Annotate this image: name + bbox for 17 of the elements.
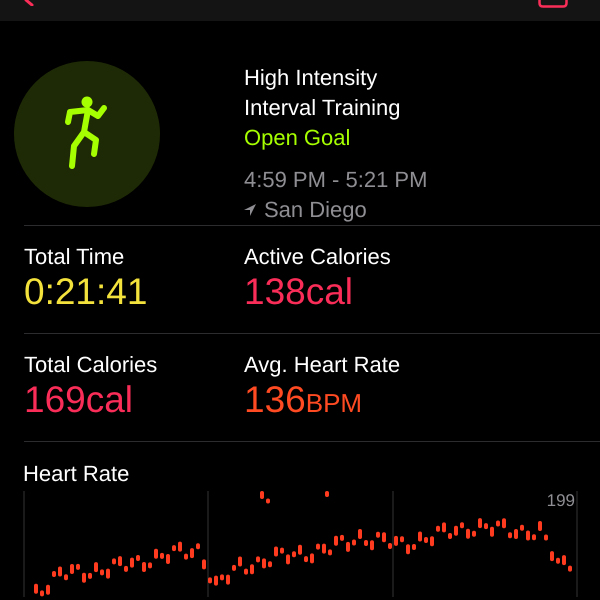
workout-title: High Intensity Interval Training	[244, 64, 402, 122]
goal-label: Open Goal	[244, 124, 352, 152]
stat-label: Total Calories	[24, 352, 158, 378]
stat-value: 169cal	[24, 378, 134, 422]
location: San Diego	[264, 196, 367, 224]
location-arrow-icon	[244, 204, 256, 216]
runner-icon	[64, 96, 110, 172]
stat-label: Total Time	[24, 244, 126, 270]
stat-value: 136BPM	[244, 378, 364, 422]
time-range: 4:59 PM - 5:21 PM	[244, 166, 428, 194]
stat-label: Active Calories	[244, 244, 392, 270]
stat-label: Avg. Heart Rate	[244, 352, 402, 378]
stat-value: 0:21:41	[24, 270, 148, 314]
rounded-box-icon[interactable]	[538, 0, 568, 8]
chart-title: Heart Rate	[23, 460, 130, 487]
stat-value: 138cal	[244, 270, 354, 314]
axis-tick: 199	[546, 491, 575, 511]
